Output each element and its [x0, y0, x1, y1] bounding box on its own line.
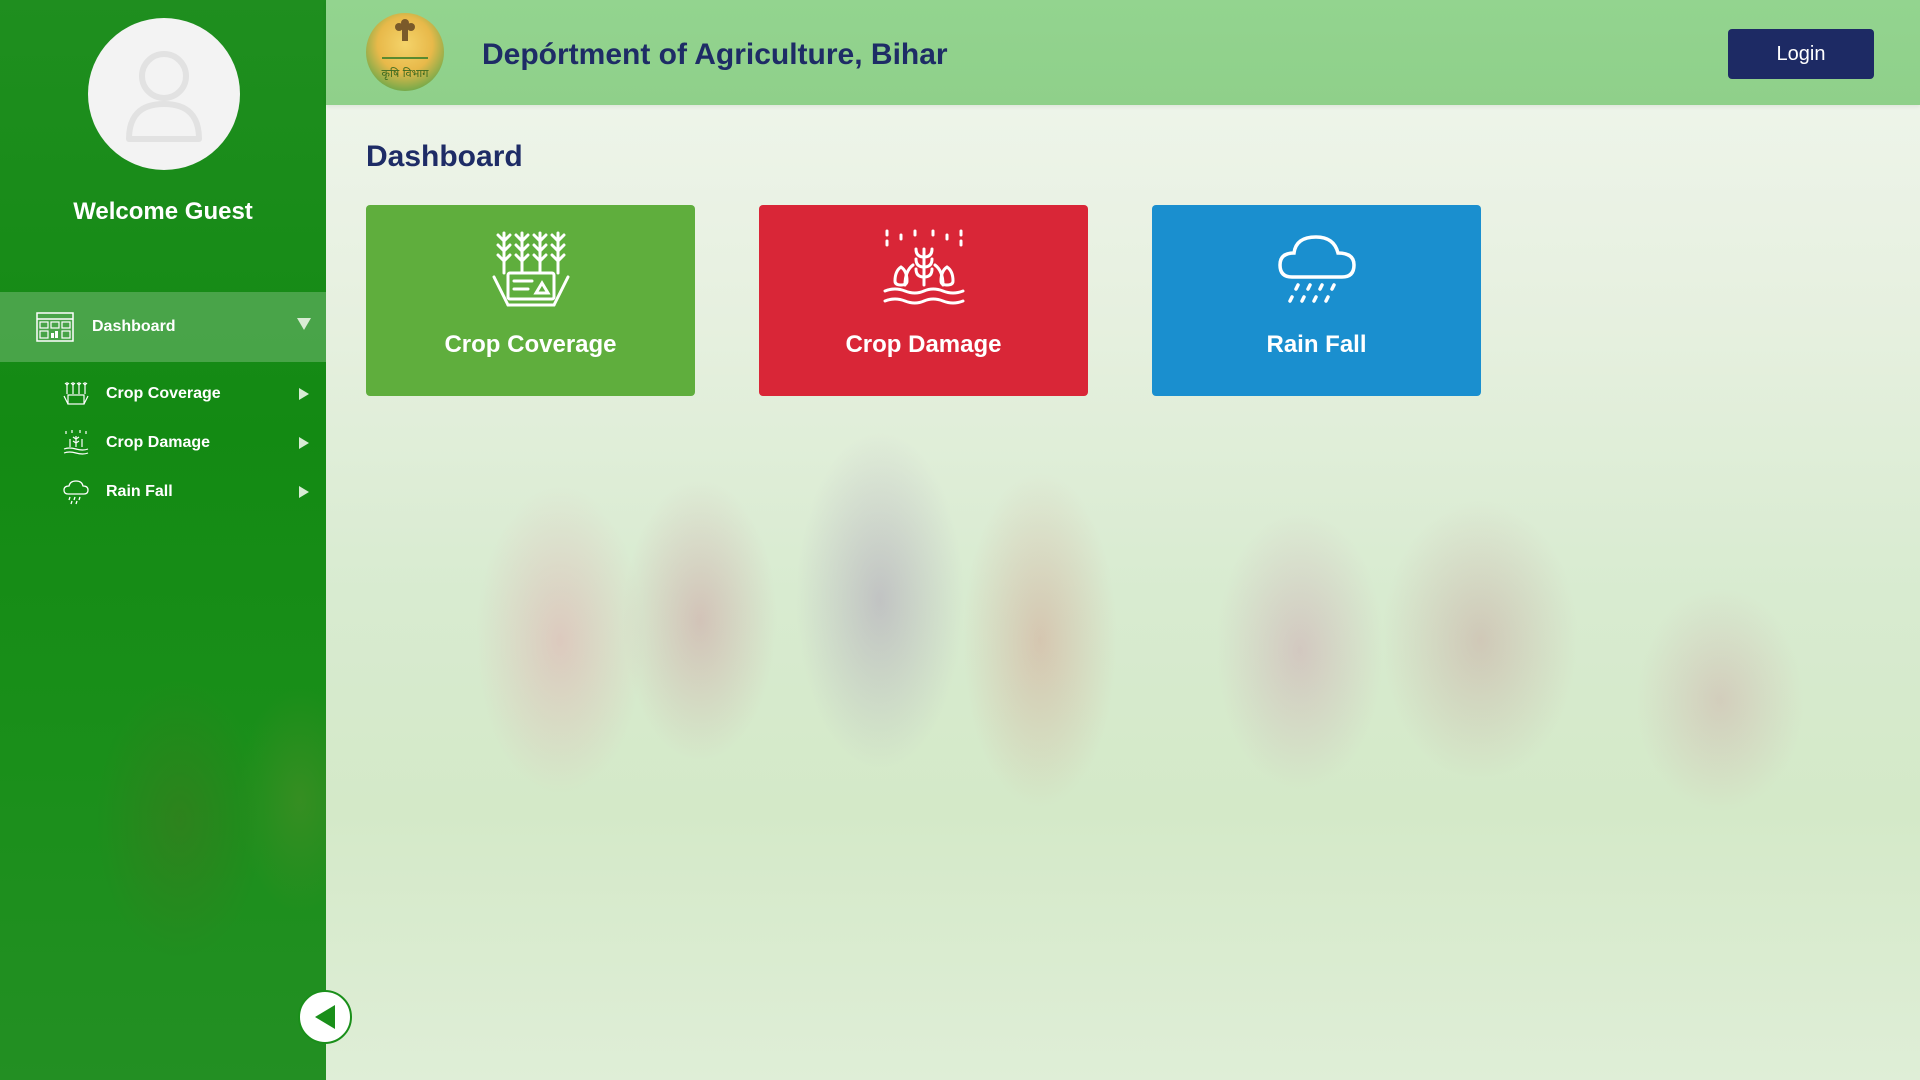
crop-damage-card[interactable]: Crop Damage [759, 205, 1088, 396]
department-logo: कृषि विभाग [366, 13, 444, 91]
chevron-right-icon [299, 388, 309, 400]
sidebar-item-dashboard[interactable]: Dashboard [0, 292, 326, 362]
triangle-left-icon [315, 1005, 335, 1029]
sidebar-collapse-button[interactable] [298, 990, 352, 1044]
sidebar-item-crop-coverage[interactable]: Crop Coverage [0, 374, 326, 414]
chevron-down-icon [297, 318, 311, 330]
sidebar: Welcome Guest Dashboard Crop Coverage Cr… [0, 0, 326, 1080]
sidebar-item-label: Crop Damage [106, 434, 211, 451]
user-icon [126, 51, 202, 142]
avatar [88, 18, 240, 170]
top-header: कृषि विभाग Depórtment of Agriculture, Bi… [326, 0, 1920, 105]
chevron-right-icon [299, 486, 309, 498]
site-title: Depórtment of Agriculture, Bihar [482, 38, 948, 71]
card-label: Crop Coverage [444, 331, 617, 358]
crop-coverage-icon [492, 231, 569, 307]
rain-cloud-icon [63, 480, 89, 505]
welcome-text: Welcome Guest [73, 198, 253, 225]
page-title: Dashboard [366, 140, 523, 173]
sidebar-item-label: Dashboard [92, 318, 176, 335]
card-label: Rain Fall [1266, 331, 1367, 358]
logo-text: कृषि विभाग [381, 67, 429, 80]
chevron-right-icon [299, 437, 309, 449]
dashboard-icon [36, 312, 74, 342]
sidebar-item-crop-damage[interactable]: Crop Damage [0, 423, 326, 463]
crop-damage-icon [63, 430, 89, 455]
sidebar-item-rain-fall[interactable]: Rain Fall [0, 472, 326, 512]
rain-cloud-icon [1277, 235, 1356, 303]
card-label: Crop Damage [845, 331, 1002, 358]
login-button[interactable]: Login [1728, 29, 1874, 79]
crop-damage-icon [883, 229, 964, 305]
crop-coverage-card[interactable]: Crop Coverage [366, 205, 695, 396]
rain-fall-card[interactable]: Rain Fall [1152, 205, 1481, 396]
sidebar-item-label: Crop Coverage [106, 385, 221, 402]
sidebar-item-label: Rain Fall [106, 483, 173, 500]
crop-coverage-icon [63, 382, 89, 405]
